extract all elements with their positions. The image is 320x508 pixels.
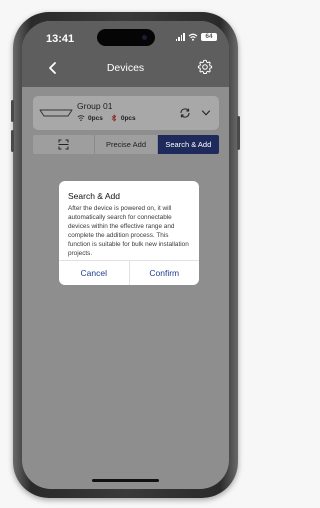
status-icons: 64 (175, 33, 217, 41)
screen: 13:41 64 Devices Group 01 0pcs 0pcs Prec… (22, 21, 229, 489)
home-indicator[interactable] (92, 479, 159, 482)
cancel-button[interactable]: Cancel (59, 261, 129, 285)
dialog-title: Search & Add (68, 191, 120, 201)
status-time: 13:41 (46, 33, 75, 45)
volume-button (11, 100, 14, 122)
dialog-message: After the device is powered on, it will … (68, 205, 189, 257)
light-fixture-icon (39, 109, 73, 117)
refresh-icon[interactable] (179, 107, 191, 119)
scan-icon (58, 139, 69, 150)
gear-icon[interactable] (197, 59, 213, 75)
add-mode-tabs: Precise Add Search & Add (33, 135, 219, 154)
wifi-icon (77, 115, 85, 122)
wifi-icon (188, 33, 198, 41)
camera-icon (142, 35, 147, 40)
phone-frame: 13:41 64 Devices Group 01 0pcs 0pcs Prec… (11, 12, 240, 498)
battery-icon: 64 (201, 33, 217, 41)
search-add-dialog: Search & Add After the device is powered… (59, 181, 199, 285)
tab-search-add[interactable]: Search & Add (156, 135, 219, 154)
tab-precise-add[interactable]: Precise Add (94, 135, 156, 154)
group-card[interactable]: Group 01 0pcs 0pcs (33, 96, 219, 130)
dialog-actions: Cancel Confirm (59, 260, 199, 285)
bluetooth-icon (111, 114, 116, 122)
wifi-count: 0pcs (88, 114, 103, 122)
group-stats: 0pcs 0pcs (77, 114, 136, 122)
tab-scan[interactable] (33, 135, 94, 154)
signal-icon (175, 33, 185, 41)
dynamic-island (97, 29, 155, 46)
chevron-down-icon[interactable] (201, 109, 211, 117)
app-header: 13:41 64 Devices (22, 21, 229, 87)
stage: 13:41 64 Devices Group 01 0pcs 0pcs Prec… (0, 0, 251, 508)
group-name: Group 01 (77, 101, 113, 111)
bluetooth-count: 0pcs (120, 114, 136, 122)
power-button (237, 116, 240, 150)
volume-button (11, 130, 14, 152)
confirm-button[interactable]: Confirm (128, 261, 200, 285)
